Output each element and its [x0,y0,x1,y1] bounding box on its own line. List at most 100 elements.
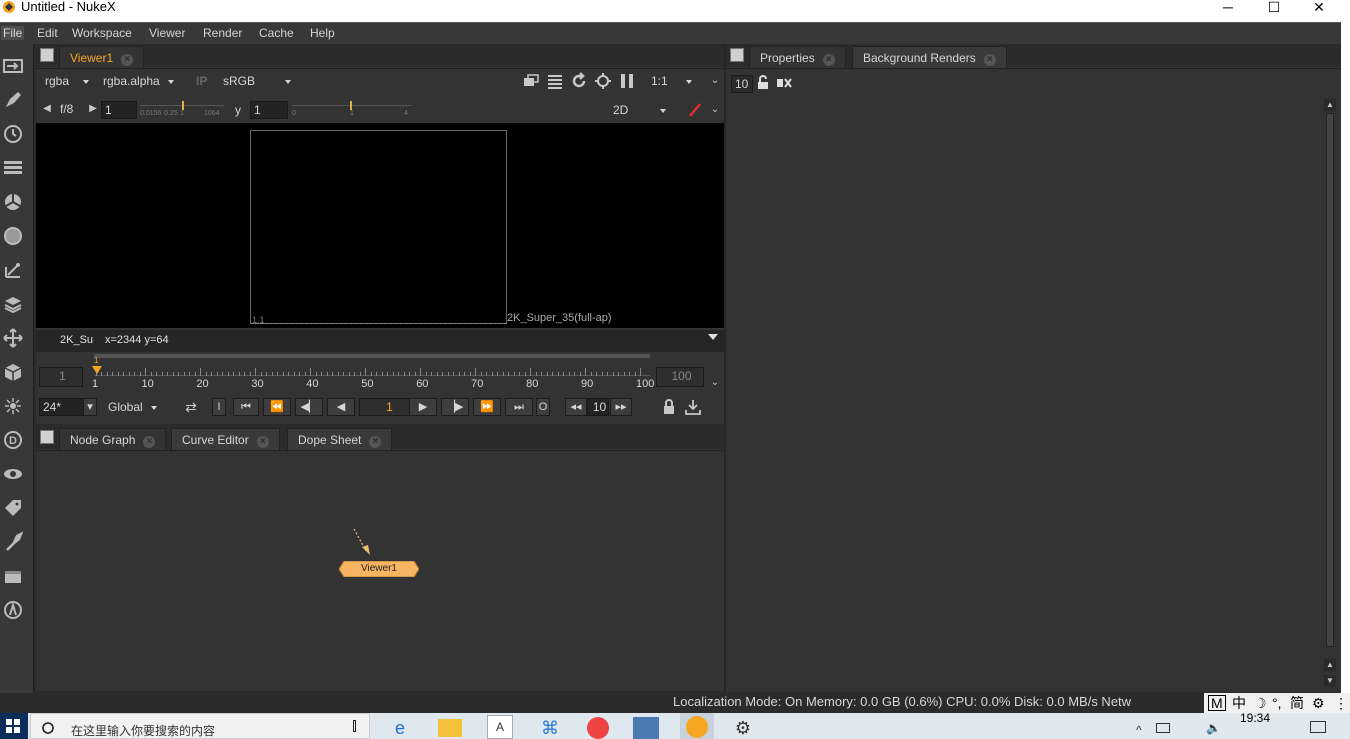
menu-cache[interactable]: Cache [259,26,294,40]
lut-dropdown[interactable]: sRGB [223,72,292,90]
viewer-node[interactable]: Viewer1 [339,561,419,577]
ime-moon-icon[interactable]: ☽ [1254,693,1267,713]
tray-expand-icon[interactable]: ^ [1136,723,1142,737]
ime-mode-button[interactable]: M [1208,695,1226,711]
expand-chevron-icon[interactable]: ⌄ [706,72,724,90]
chrome-icon[interactable] [587,717,609,739]
menu-help[interactable]: Help [310,26,335,40]
fps-dropdown-icon[interactable]: ▾ [83,398,97,416]
edge-icon[interactable]: e [386,717,414,739]
taskbar-search[interactable]: 在这里输入你要搜索的内容 [30,713,370,739]
close-tab-icon[interactable]: × [369,436,382,448]
content-menu-icon[interactable] [730,48,744,62]
vscode-icon[interactable]: ⌘ [537,717,563,739]
transform-icon[interactable] [2,327,24,349]
filter-icon[interactable] [2,225,24,247]
ime-punct-icon[interactable]: °, [1272,693,1282,713]
close-all-panels-icon[interactable] [776,75,792,91]
other-icon[interactable] [2,565,24,587]
clock-time[interactable]: 19:34 [1240,711,1270,725]
close-tab-icon[interactable]: × [822,54,835,66]
draw-icon[interactable] [2,89,24,111]
ime-settings-icon[interactable]: ⚙ [1312,693,1325,713]
image-icon[interactable] [2,55,24,77]
fstop-decrease-icon[interactable]: ◀ [38,100,56,118]
gain-field[interactable]: 1 [101,101,137,119]
close-tab-icon[interactable]: × [256,436,269,448]
menu-workspace[interactable]: Workspace [72,26,132,40]
app-icon[interactable] [633,717,659,739]
ime-lang-button[interactable]: 中 [1232,693,1246,713]
range-mode-dropdown[interactable]: Global [108,398,157,416]
zoom-dropdown[interactable]: 1:1 [651,72,692,90]
settings-gear-icon[interactable]: ⚙ [732,717,754,739]
menu-file[interactable]: File [1,26,25,40]
network-icon[interactable] [1156,723,1170,733]
content-menu-icon[interactable] [40,48,54,62]
minimize-button[interactable]: ─ [1205,0,1251,14]
view-mode-dropdown[interactable]: 2D [613,101,667,119]
channel-icon[interactable] [2,157,24,179]
metadata-icon[interactable] [2,497,24,519]
panel-splitter-vertical[interactable] [724,44,726,692]
close-tab-icon[interactable]: × [121,54,134,66]
info-expand-icon[interactable] [708,334,718,340]
node-graph-canvas[interactable]: Viewer1 [36,450,724,691]
notifications-icon[interactable] [1310,721,1326,733]
gamma-field[interactable]: 1 [250,101,288,119]
timeline-end-field[interactable]: 100 [656,367,704,387]
toolsets-icon[interactable] [2,531,24,553]
ime-simplified-button[interactable]: 简 [1290,693,1304,713]
start-button[interactable] [0,713,28,739]
particles-icon[interactable] [2,395,24,417]
step-field[interactable]: 10 [587,398,609,416]
play-backward-button[interactable]: ◀ [327,398,355,416]
close-tab-icon[interactable]: × [983,54,996,66]
tab-background-renders[interactable]: Background Renders × [852,46,1007,68]
volume-icon[interactable]: 🔈 [1206,721,1221,735]
prev-keyframe-button[interactable]: ⏪ [263,398,291,416]
merge-icon[interactable] [2,293,24,315]
lock-icon[interactable] [660,398,678,416]
scroll-down-icon[interactable]: ▼ [1324,675,1336,687]
tab-curve-editor[interactable]: Curve Editor × [171,428,280,450]
time-icon[interactable] [2,123,24,145]
tab-node-graph[interactable]: Node Graph × [59,428,167,450]
viewport[interactable]: 1,1 2K_Super_35(full-ap) [36,123,724,328]
scroll-up-icon[interactable]: ▲ [1324,99,1336,111]
gain-slider[interactable]: 0.0156 0.25 1 1064 [140,101,224,119]
max-panels-field[interactable]: 10 [731,75,753,93]
step-forward-button[interactable]: ▸▸ [610,398,632,416]
proxy-icon[interactable] [546,72,564,90]
close-tab-icon[interactable]: × [143,436,156,448]
timeline-ruler[interactable]: 1 10 20 30 40 50 60 70 80 90 100 1 [92,356,654,396]
content-menu-icon[interactable] [40,430,54,444]
roi-icon[interactable] [522,72,540,90]
nuke-taskbar-icon[interactable] [680,713,714,739]
out-point-button[interactable]: O [536,398,550,416]
channels-dropdown[interactable]: rgba [45,72,90,90]
ime-more-icon[interactable]: ⋮ [1334,693,1348,713]
alpha-dropdown[interactable]: rgba.alpha [103,72,174,90]
next-keyframe-button[interactable]: ⏩ [473,398,501,416]
timeline-start-field[interactable]: 1 [39,367,83,387]
refresh-icon[interactable] [570,72,588,90]
in-point-button[interactable]: I [212,398,226,416]
fstop-increase-icon[interactable]: ▶ [84,100,102,118]
properties-scrollbar[interactable]: ▲ ▲ ▼ [1324,99,1336,687]
menu-edit[interactable]: Edit [37,26,58,40]
deep-icon[interactable]: D [2,429,24,451]
playhead-marker[interactable] [92,366,102,374]
gamma-slider[interactable]: 0 1 4 [292,101,412,119]
pause-icon[interactable] [618,72,636,90]
3d-icon[interactable] [2,361,24,383]
expand-chevron-icon[interactable]: ⌄ [706,374,724,392]
menu-viewer[interactable]: Viewer [149,26,185,40]
lock-icon[interactable] [755,75,771,91]
next-frame-button[interactable]: ▕▶ [441,398,469,416]
ip-button[interactable]: IP [196,72,207,90]
color-icon[interactable] [2,191,24,213]
gpu-icon[interactable] [594,72,612,90]
scroll-up-icon[interactable]: ▲ [1324,659,1336,671]
play-forward-button[interactable]: ▶ [409,398,437,416]
